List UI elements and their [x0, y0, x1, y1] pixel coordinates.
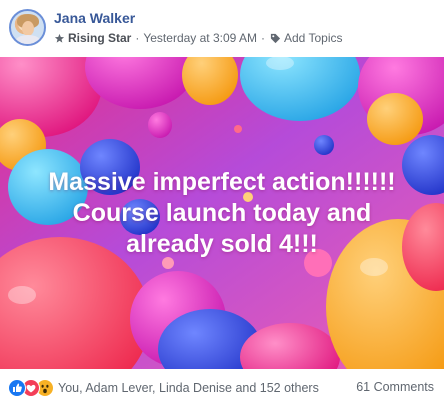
post-footer: You, Adam Lever, Linda Denise and 152 ot…	[0, 369, 444, 407]
add-topics-link[interactable]: Add Topics	[284, 31, 342, 45]
post-timestamp[interactable]: Yesterday at 3:09 AM	[143, 31, 257, 45]
reactions-summary[interactable]: You, Adam Lever, Linda Denise and 152 ot…	[8, 379, 319, 397]
banner-line: already sold 4!!!	[126, 230, 318, 258]
banner-line: Massive imperfect action!!!!!!	[48, 168, 396, 196]
author-avatar[interactable]	[9, 9, 46, 46]
reaction-summary-text[interactable]: You, Adam Lever, Linda Denise and 152 ot…	[58, 381, 319, 395]
meta-separator: ·	[261, 31, 265, 45]
comments-count-link[interactable]: 61 Comments	[356, 380, 434, 394]
post-banner: Massive imperfect action!!!!!! Course la…	[0, 57, 444, 369]
banner-message: Massive imperfect action!!!!!! Course la…	[12, 167, 432, 260]
post-header: Jana Walker Rising Star · Yesterday at 3…	[0, 0, 444, 57]
post-meta: Rising Star · Yesterday at 3:09 AM · Add…	[54, 31, 342, 45]
post-card: Jana Walker Rising Star · Yesterday at 3…	[0, 0, 444, 407]
meta-separator: ·	[135, 31, 140, 45]
rising-star-badge[interactable]: Rising Star	[68, 31, 131, 45]
avatar-body	[15, 35, 41, 44]
banner-line: Course launch today and	[72, 199, 372, 227]
tag-icon	[270, 33, 281, 43]
rising-star-icon	[54, 33, 65, 43]
like-icon	[8, 379, 26, 397]
author-name[interactable]: Jana Walker	[54, 10, 135, 26]
avatar-face	[22, 21, 34, 36]
